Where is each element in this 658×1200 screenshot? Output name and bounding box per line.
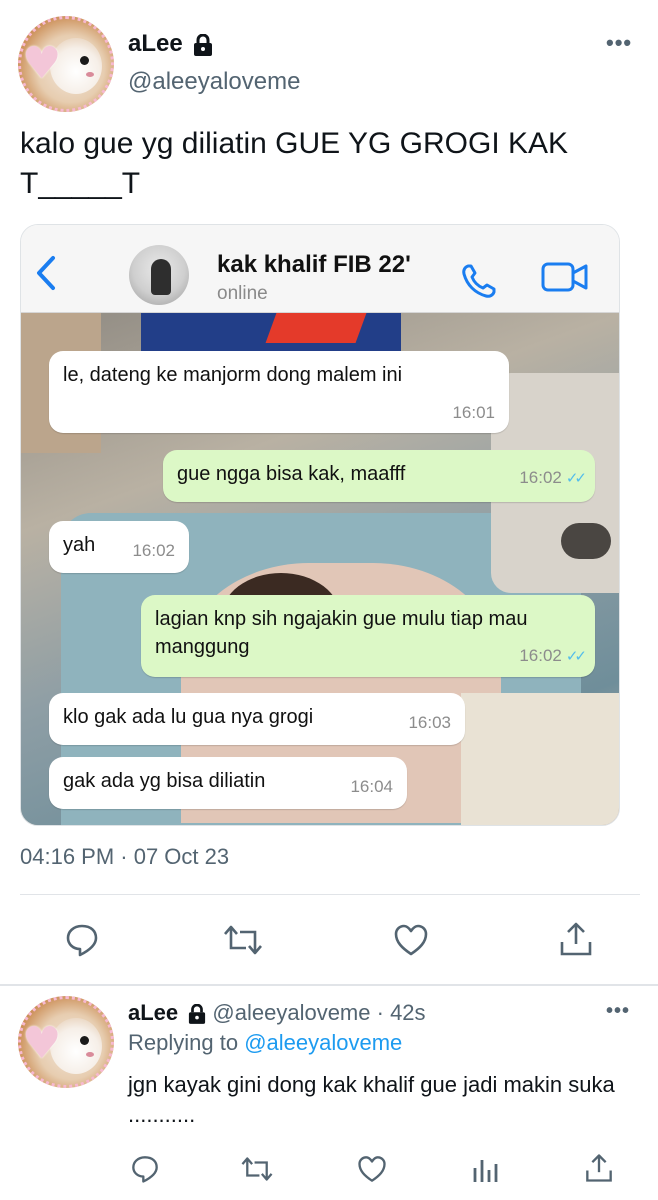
chat-wallpaper: le, dateng ke manjorm dong malem ini 16:…: [21, 313, 619, 825]
message-text: le, dateng ke manjorm dong malem ini: [63, 364, 403, 386]
replying-to-mention[interactable]: @aleeyaloveme: [244, 1030, 402, 1055]
contact-avatar: [129, 245, 189, 305]
message-text: klo gak ada lu gua nya grogi: [63, 706, 314, 728]
retweet-icon[interactable]: [240, 1154, 274, 1184]
phone-call-icon: [462, 264, 496, 298]
message-bubble-outgoing[interactable]: lagian knp sih ngajakin gue mulu tiap ma…: [141, 595, 595, 677]
message-bubble-incoming[interactable]: le, dateng ke manjorm dong malem ini 16:…: [49, 351, 509, 433]
tweet-timestamp[interactable]: 04:16 PM · 07 Oct 23: [20, 844, 229, 870]
heart-icon: ♥: [22, 38, 62, 89]
replying-to: Replying to @aleeyaloveme: [128, 1030, 402, 1056]
read-receipt-icon: ✓✓: [565, 470, 587, 487]
message-bubble-incoming[interactable]: yah 16:02: [49, 521, 189, 573]
reply-age: · 42s: [376, 1000, 426, 1025]
message-time: 16:02: [519, 468, 562, 487]
read-receipt-icon: ✓✓: [565, 648, 587, 665]
video-call-icon: [541, 262, 588, 292]
contact-name: kak khalif FIB 22': [217, 251, 411, 278]
message-text: lagian knp sih ngajakin gue mulu tiap ma…: [155, 608, 528, 658]
divider: [0, 984, 658, 986]
message-time: 16:04: [350, 777, 393, 796]
author-name[interactable]: aLee: [128, 30, 213, 58]
more-options-icon[interactable]: •••: [606, 1000, 630, 1023]
back-chevron-icon: [37, 256, 55, 290]
replying-prefix: Replying to: [128, 1030, 239, 1055]
analytics-icon[interactable]: [470, 1154, 500, 1184]
message-bubble-outgoing[interactable]: gue ngga bisa kak, maafff 16:02 ✓✓: [163, 450, 595, 502]
message-time: 16:03: [408, 713, 451, 732]
message-text: yah: [63, 534, 96, 556]
message-bubble-incoming[interactable]: gak ada yg bisa diliatin 16:04: [49, 757, 407, 809]
reply-text: jgn kayak gini dong kak khalif gue jadi …: [128, 1072, 615, 1127]
reply-icon[interactable]: [130, 1154, 160, 1184]
message-time: 16:01: [452, 403, 495, 422]
share-icon[interactable]: [558, 920, 594, 958]
divider: [20, 894, 640, 895]
reply-header: aLee @aleeyaloveme · 42s: [128, 1000, 426, 1026]
reply-icon[interactable]: [64, 922, 100, 958]
more-options-icon[interactable]: •••: [606, 30, 632, 56]
message-time: 16:02: [132, 541, 175, 560]
like-icon[interactable]: [356, 1154, 388, 1184]
heart-icon: ♥: [22, 1018, 62, 1069]
share-icon[interactable]: [584, 1152, 614, 1184]
retweet-icon[interactable]: [222, 922, 264, 958]
lock-icon: [189, 1004, 206, 1025]
tweet-media-image[interactable]: kak khalif FIB 22' online le, dateng ke …: [20, 224, 620, 826]
message-text: gue ngga bisa kak, maafff: [177, 463, 406, 485]
author-avatar[interactable]: ♥: [18, 16, 114, 112]
message-bubble-incoming[interactable]: klo gak ada lu gua nya grogi 16:03: [49, 693, 465, 745]
reply-author-avatar[interactable]: ♥: [18, 996, 114, 1088]
message-text: gak ada yg bisa diliatin: [63, 770, 266, 792]
tweet-text: kalo gue yg diliatin GUE YG GROGI KAK T_…: [20, 127, 569, 200]
reply-author-handle[interactable]: @aleeyaloveme: [212, 1000, 370, 1025]
reply-author-name[interactable]: aLee: [128, 1000, 178, 1025]
message-time: 16:02: [519, 646, 562, 665]
lock-icon: [194, 33, 213, 56]
author-handle[interactable]: @aleeyaloveme: [128, 68, 300, 96]
contact-status: online: [217, 283, 268, 304]
like-icon[interactable]: [392, 922, 430, 958]
chat-header: kak khalif FIB 22' online: [21, 225, 619, 313]
